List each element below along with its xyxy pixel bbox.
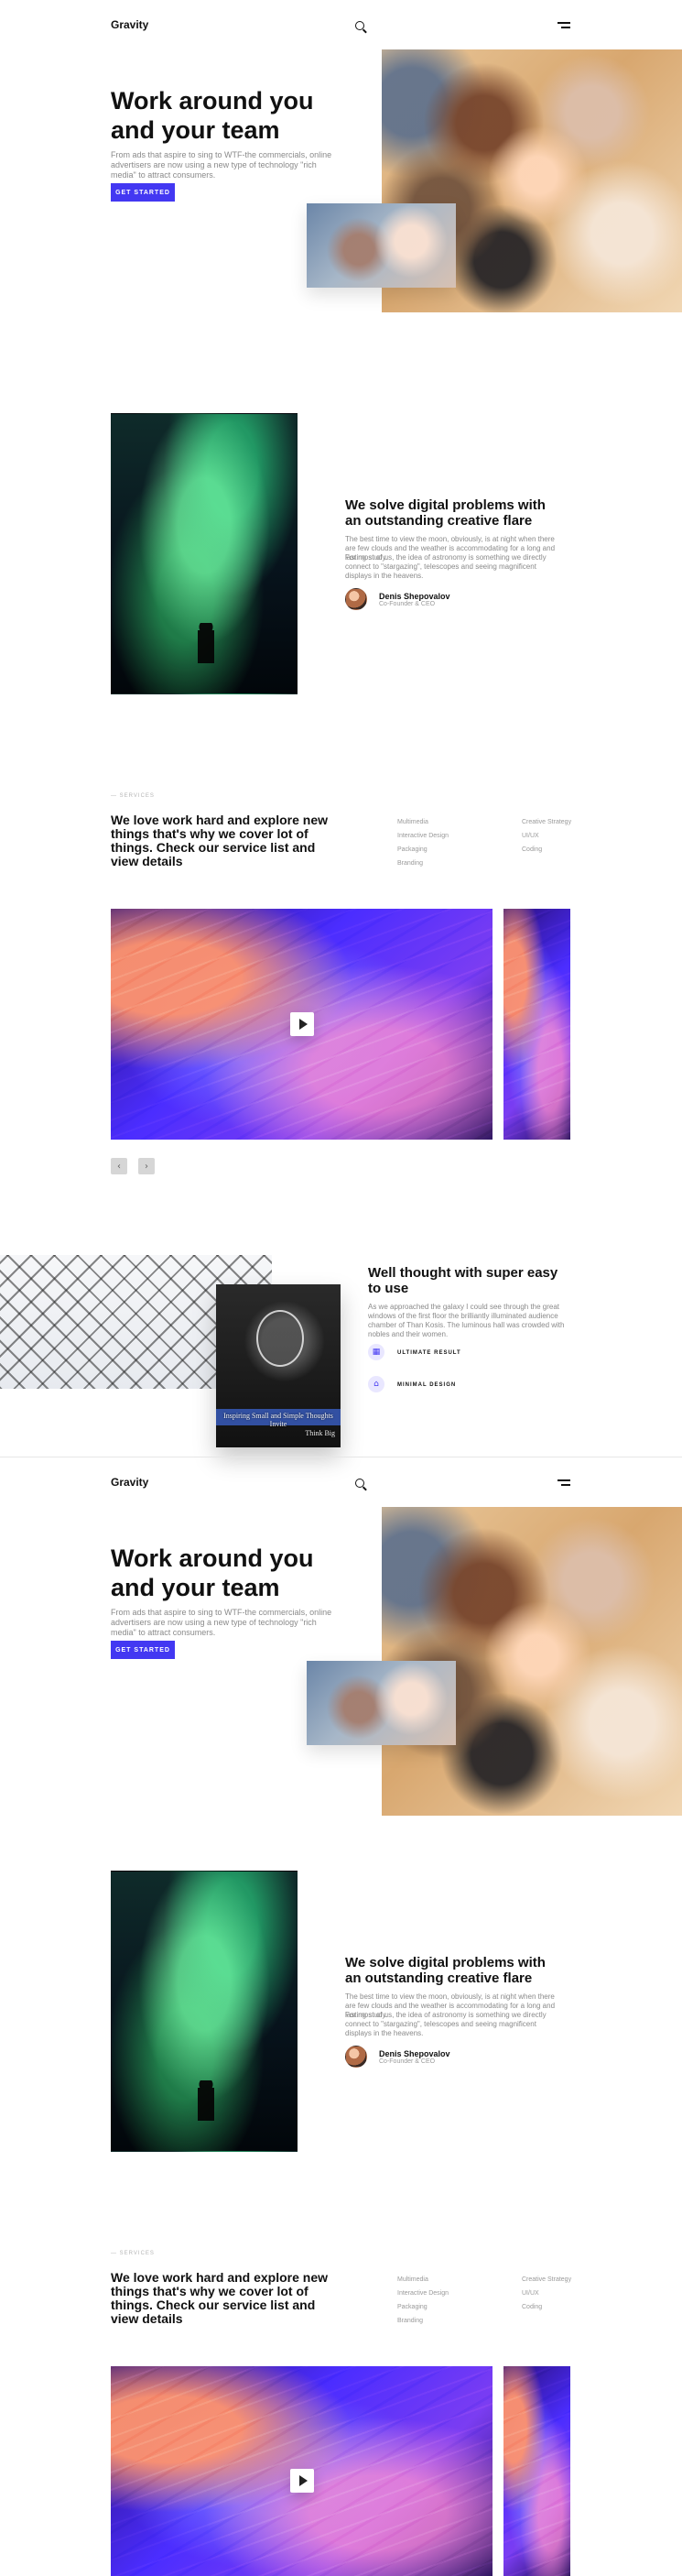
minimal-design-icon: ⌂: [368, 1376, 384, 1392]
author-avatar: [345, 588, 367, 610]
brand-logo-repeat[interactable]: Gravity: [111, 1476, 148, 1489]
bulb-text-2: Think Big: [305, 1429, 335, 1437]
service-item[interactable]: Creative Strategy: [522, 819, 571, 833]
service-item[interactable]: Creative Strategy: [522, 2276, 571, 2290]
about-paragraph-2: For most of us, the idea of astronomy is…: [345, 553, 547, 580]
lock-icon: ⌂: [373, 1380, 379, 1389]
service-item[interactable]: Branding: [397, 860, 449, 874]
services-list-col-2: Creative Strategy UI/UX Coding: [522, 819, 571, 860]
play-button-repeat[interactable]: [290, 2469, 314, 2493]
author-name-repeat: Denis Shepovalov: [379, 2049, 450, 2058]
aurora-photo-repeat: [111, 1871, 298, 2152]
services-video-next[interactable]: [503, 909, 570, 1140]
service-item[interactable]: Packaging: [397, 2304, 449, 2318]
menu-line-1: [558, 1479, 570, 1481]
service-item[interactable]: Interactive Design: [397, 2290, 449, 2304]
feature-ultimate-result: ULTIMATE RESULT: [397, 1350, 461, 1356]
bulb-outline: [256, 1310, 304, 1367]
person-silhouette-repeat: [198, 2080, 214, 2121]
author-name: Denis Shepovalov: [379, 592, 450, 601]
menu-line-1: [558, 22, 570, 24]
carousel-prev-button[interactable]: ‹: [111, 1158, 127, 1174]
bulb-photo: Inspiring Small and Simple Thoughts Invi…: [216, 1284, 341, 1447]
service-item[interactable]: Multimedia: [397, 2276, 449, 2290]
service-item[interactable]: UI/UX: [522, 2290, 571, 2304]
service-item[interactable]: Coding: [522, 846, 571, 860]
author-avatar-repeat: [345, 2046, 367, 2068]
carousel-next-button[interactable]: ›: [138, 1158, 155, 1174]
aurora-photo: [111, 413, 298, 694]
search-icon[interactable]: [355, 21, 364, 30]
chevron-left-icon: ‹: [117, 1161, 121, 1172]
ultimate-result-icon: ▦: [368, 1344, 384, 1360]
services-list-col-1-repeat: Multimedia Interactive Design Packaging …: [397, 2276, 449, 2331]
services-heading: We love work hard and explore new things…: [111, 813, 329, 868]
services-list-col-1: Multimedia Interactive Design Packaging …: [397, 819, 449, 874]
service-item[interactable]: Packaging: [397, 846, 449, 860]
easy-text: As we approached the galaxy I could see …: [368, 1303, 565, 1338]
hero-hands-photo-small: [307, 203, 456, 288]
service-item[interactable]: Interactive Design: [397, 833, 449, 846]
get-started-button-repeat[interactable]: GET STARTED: [111, 1641, 175, 1659]
hero-subtitle-repeat: From ads that aspire to sing to WTF-the …: [111, 1608, 332, 1637]
hero-hands-photo-small-repeat: [307, 1661, 456, 1745]
person-silhouette: [198, 623, 214, 663]
services-list-col-2-repeat: Creative Strategy UI/UX Coding: [522, 2276, 571, 2318]
brand-logo[interactable]: Gravity: [111, 18, 148, 31]
about-paragraph-2-repeat: For most of us, the idea of astronomy is…: [345, 2011, 547, 2037]
menu-icon[interactable]: [558, 21, 570, 30]
about-heading-repeat: We solve digital problems with an outsta…: [345, 1955, 546, 1986]
hero-subtitle: From ads that aspire to sing to WTF-the …: [111, 150, 332, 180]
about-heading: We solve digital problems with an outsta…: [345, 497, 546, 529]
chevron-right-icon: ›: [145, 1161, 148, 1172]
author-role-repeat: Co-Founder & CEO: [379, 2058, 436, 2065]
services-kicker: — SERVICES: [111, 793, 155, 799]
menu-line-2: [561, 1484, 570, 1486]
services-heading-repeat: We love work hard and explore new things…: [111, 2270, 329, 2326]
services-video-repeat[interactable]: [111, 2366, 493, 2576]
services-video-next-repeat[interactable]: [503, 2366, 570, 2576]
chart-icon: ▦: [372, 1348, 381, 1357]
bulb-text-1: Inspiring Small and Simple Thoughts Invi…: [223, 1412, 333, 1428]
play-button[interactable]: [290, 1012, 314, 1036]
services-video[interactable]: [111, 909, 493, 1140]
author-role: Co-Founder & CEO: [379, 601, 436, 607]
service-item[interactable]: Coding: [522, 2304, 571, 2318]
menu-icon-repeat[interactable]: [558, 1479, 570, 1488]
feature-minimal-design: MINIMAL DESIGN: [397, 1382, 457, 1388]
search-icon-repeat[interactable]: [355, 1479, 364, 1488]
menu-line-2: [561, 27, 570, 28]
service-item[interactable]: UI/UX: [522, 833, 571, 846]
easy-heading: Well thought with super easy to use: [368, 1265, 558, 1296]
services-kicker-repeat: — SERVICES: [111, 2251, 155, 2256]
hero-title-repeat: Work around you and your team: [111, 1545, 314, 1601]
get-started-button[interactable]: GET STARTED: [111, 183, 175, 202]
service-item[interactable]: Multimedia: [397, 819, 449, 833]
service-item[interactable]: Branding: [397, 2318, 449, 2331]
hero-title: Work around you and your team: [111, 87, 314, 144]
